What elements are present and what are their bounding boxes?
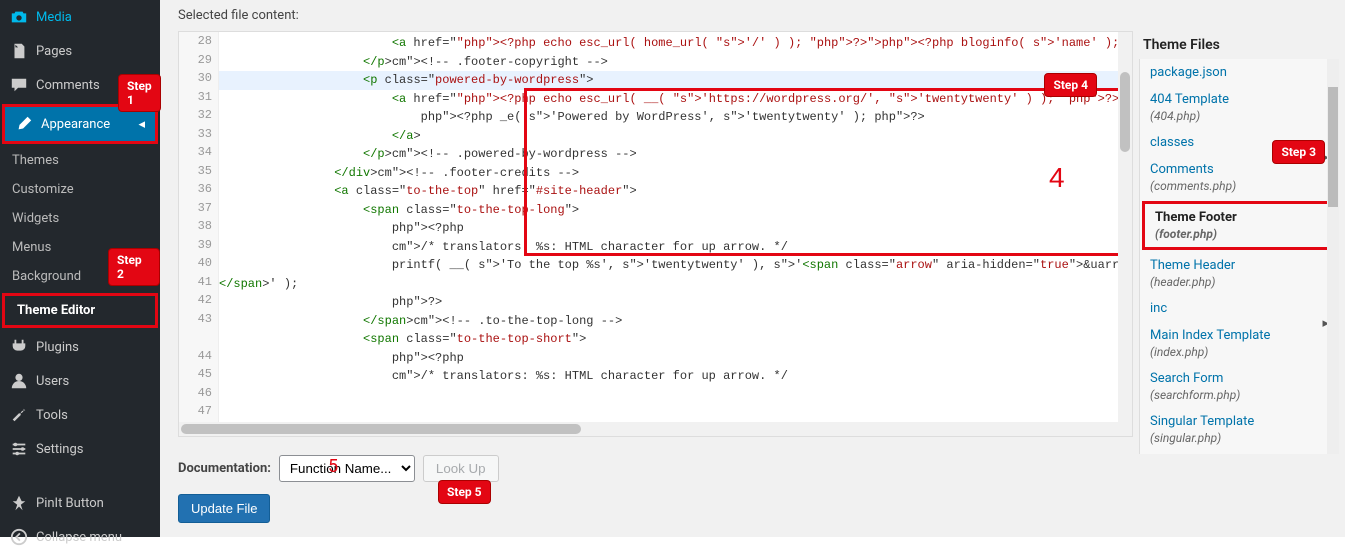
sidebar-label: Media (36, 10, 72, 25)
file-item-7[interactable]: Main Index Template(index.php) (1140, 322, 1339, 365)
sidebar-item-themes[interactable]: Themes (0, 146, 160, 175)
sidebar-item-media[interactable]: Media (0, 0, 160, 34)
code-editor[interactable]: 2829303132333435363738394041424344454647… (178, 31, 1133, 437)
step-badge-1: Step 1 (118, 74, 161, 112)
file-item-4[interactable]: Theme Footer(footer.php) (1142, 201, 1337, 250)
file-item-8[interactable]: Search Form(searchform.php) (1140, 365, 1339, 408)
brush-icon (15, 115, 33, 133)
file-item-9[interactable]: Singular Template(singular.php) (1140, 408, 1339, 451)
sidebar-item-collapse[interactable]: Collapse menu (0, 520, 160, 554)
sidebar-label: PinIt Button (36, 496, 104, 511)
sidebar-item-widgets[interactable]: Widgets (0, 204, 160, 233)
sidebar-item-pinit[interactable]: PinIt Button (0, 486, 160, 520)
sidebar-item-theme-editor[interactable]: Theme Editor (2, 293, 158, 328)
sidebar-label: Collapse menu (36, 530, 122, 545)
file-item-0[interactable]: package.json (1140, 59, 1339, 86)
sidebar-item-pages[interactable]: Pages (0, 34, 160, 68)
sidebar-label: Tools (36, 408, 68, 423)
file-item-1[interactable]: 404 Template(404.php) (1140, 86, 1339, 129)
sidebar-item-tools[interactable]: Tools (0, 398, 160, 432)
camera-icon (10, 8, 28, 26)
step-badge-5: Step 5 (438, 480, 491, 504)
sidebar-label: Pages (36, 44, 72, 59)
step-badge-2: Step 2 (108, 248, 160, 286)
comment-icon (10, 76, 28, 94)
sidebar-label: Settings (36, 442, 83, 457)
theme-files-heading: Theme Files (1139, 31, 1339, 59)
documentation-label: Documentation: (178, 461, 271, 476)
horizontal-scrollbar[interactable] (179, 422, 1118, 436)
sidebar-item-settings[interactable]: Settings (0, 432, 160, 466)
collapse-icon (10, 528, 28, 546)
file-item-5[interactable]: Theme Header(header.php) (1140, 252, 1339, 295)
plug-icon (10, 338, 28, 356)
theme-files-list: package.json404 Template(404.php)classes… (1139, 59, 1339, 454)
update-file-button[interactable]: Update File (178, 494, 270, 523)
line-gutter: 2829303132333435363738394041424344454647… (179, 32, 219, 436)
sidebar-label: Users (36, 374, 69, 389)
sidebar-label: Appearance (41, 117, 110, 132)
selected-file-label: Selected file content: (160, 0, 1345, 31)
file-item-6[interactable]: inc (1140, 295, 1339, 322)
highlight-box-4 (524, 88, 1133, 256)
main-content: Selected file content: 28293031323334353… (160, 0, 1345, 537)
sidebar-label: Plugins (36, 340, 79, 355)
chevron-right-icon: ◂ (138, 117, 145, 132)
sidebar-item-users[interactable]: Users (0, 364, 160, 398)
annotation-5: 5 (328, 456, 338, 477)
vertical-scrollbar[interactable] (1118, 32, 1132, 436)
step-badge-3: Step 3 (1272, 140, 1325, 164)
wrench-icon (10, 406, 28, 424)
sidebar-item-customize[interactable]: Customize (0, 175, 160, 204)
user-icon (10, 372, 28, 390)
pin-icon (10, 494, 28, 512)
sidebar-item-plugins[interactable]: Plugins (0, 330, 160, 364)
annotation-4: 4 (1049, 162, 1065, 194)
theme-files-panel: Theme Files package.json404 Template(404… (1133, 31, 1345, 447)
step-badge-4: Step 4 (1044, 73, 1097, 97)
sidebar-label: Comments (36, 78, 100, 93)
files-scrollbar[interactable] (1327, 59, 1339, 454)
sliders-icon (10, 440, 28, 458)
function-name-select[interactable]: Function Name... (279, 455, 415, 482)
lookup-button[interactable]: Look Up (423, 455, 499, 482)
pages-icon (10, 42, 28, 60)
admin-sidebar: Step 1 Step 2 Media Pages Comments Appea… (0, 0, 160, 537)
